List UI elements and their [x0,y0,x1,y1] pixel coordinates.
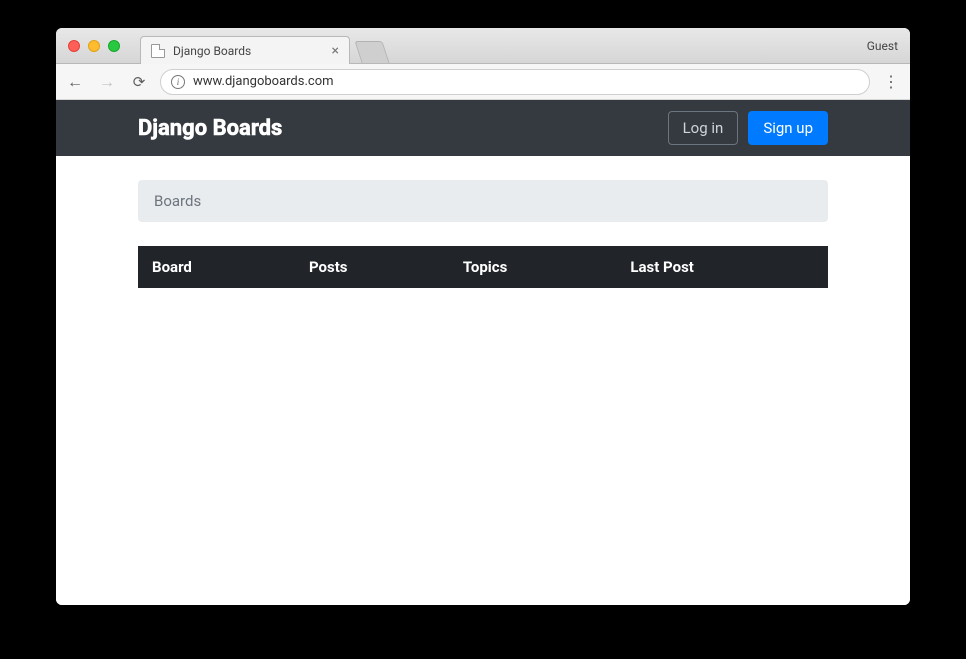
window-titlebar: Django Boards × Guest [56,28,910,64]
page-icon [151,44,165,58]
minimize-window-icon[interactable] [88,40,100,52]
window-controls [56,40,120,52]
signup-button[interactable]: Sign up [748,111,828,145]
maximize-window-icon[interactable] [108,40,120,52]
browser-tabs: Django Boards × [140,28,386,63]
table-header: Board Posts Topics Last Post [138,246,828,288]
back-button[interactable]: ← [64,72,86,92]
col-posts: Posts [295,246,449,288]
col-topics: Topics [449,246,617,288]
close-window-icon[interactable] [68,40,80,52]
breadcrumb-item: Boards [154,192,201,210]
brand-logo[interactable]: Django Boards [138,116,282,141]
page-content: Django Boards Log in Sign up Boards Boar… [56,100,910,605]
browser-menu-icon[interactable]: ⋮ [880,74,902,90]
boards-table: Board Posts Topics Last Post [138,246,828,288]
profile-label[interactable]: Guest [867,39,898,53]
browser-toolbar: ← → ⟳ i www.djangoboards.com ⋮ [56,64,910,100]
site-info-icon[interactable]: i [171,75,185,89]
reload-button[interactable]: ⟳ [128,73,150,91]
forward-button: → [96,72,118,92]
address-bar[interactable]: i www.djangoboards.com [160,69,870,95]
col-board: Board [138,246,295,288]
nav-actions: Log in Sign up [668,111,828,145]
tab-title: Django Boards [173,44,324,58]
table-header-row: Board Posts Topics Last Post [138,246,828,288]
new-tab-button[interactable] [354,41,389,63]
site-navbar: Django Boards Log in Sign up [56,100,910,156]
breadcrumb: Boards [138,180,828,222]
url-text: www.djangoboards.com [193,74,334,89]
login-button[interactable]: Log in [668,111,739,145]
close-tab-icon[interactable]: × [332,44,339,58]
col-last-post: Last Post [616,246,828,288]
browser-window: Django Boards × Guest ← → ⟳ i www.django… [56,28,910,605]
browser-tab[interactable]: Django Boards × [140,36,350,64]
page-body: Boards Board Posts Topics Last Post [138,156,828,288]
